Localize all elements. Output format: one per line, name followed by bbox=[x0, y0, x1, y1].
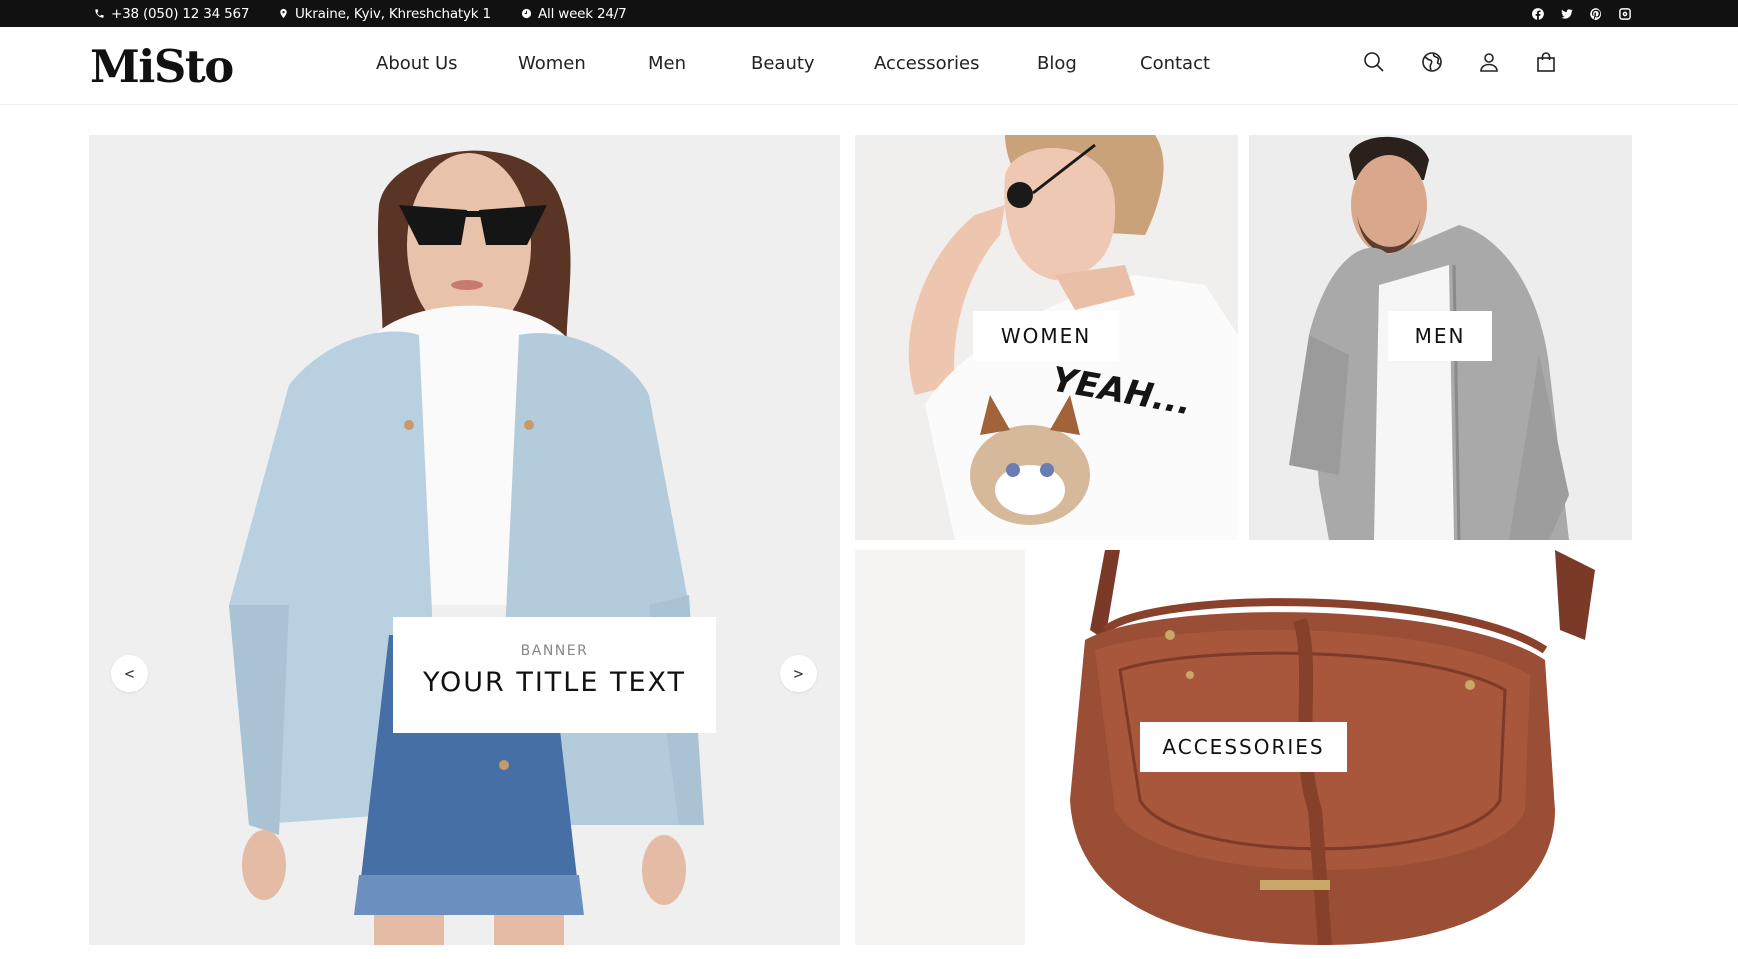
facebook-icon[interactable] bbox=[1530, 6, 1546, 22]
pinterest-icon[interactable] bbox=[1588, 6, 1604, 22]
phone-icon bbox=[95, 9, 104, 18]
banner-caption-card: BANNER YOUR TITLE TEXT bbox=[393, 617, 716, 733]
men-label[interactable]: MEN bbox=[1388, 311, 1492, 361]
social-links bbox=[1530, 0, 1633, 27]
header-actions bbox=[0, 27, 1738, 105]
phone-info[interactable]: +38 (050) 12 34 567 bbox=[94, 0, 249, 27]
hero-model-image bbox=[89, 135, 840, 945]
site-header: MiSto About Us Women Men Beauty Accessor… bbox=[0, 27, 1738, 105]
phone-text: +38 (050) 12 34 567 bbox=[111, 5, 250, 22]
slider-prev-button[interactable]: < bbox=[111, 655, 148, 692]
slider-next-button[interactable]: > bbox=[780, 655, 817, 692]
hours-info: All week 24/7 bbox=[521, 0, 627, 27]
address-info: Ukraine, Kyiv, Khreshchatyk 1 bbox=[278, 0, 491, 27]
category-tile-men[interactable]: MEN bbox=[1249, 135, 1632, 540]
accessories-label[interactable]: ACCESSORIES bbox=[1140, 722, 1347, 772]
hours-text: All week 24/7 bbox=[538, 5, 627, 22]
top-info-bar: +38 (050) 12 34 567 Ukraine, Kyiv, Khres… bbox=[0, 0, 1738, 27]
twitter-icon[interactable] bbox=[1559, 6, 1575, 22]
instagram-icon[interactable] bbox=[1617, 6, 1633, 22]
user-icon[interactable] bbox=[1476, 49, 1502, 75]
globe-icon[interactable] bbox=[1419, 49, 1445, 75]
address-text: Ukraine, Kyiv, Khreshchatyk 1 bbox=[295, 5, 491, 22]
category-tile-accessories[interactable]: ACCESSORIES bbox=[855, 550, 1632, 945]
women-label[interactable]: WOMEN bbox=[973, 311, 1119, 361]
clock-icon bbox=[521, 8, 532, 19]
hero-banner[interactable]: < > BANNER YOUR TITLE TEXT bbox=[89, 135, 840, 945]
banner-eyebrow: BANNER bbox=[520, 643, 589, 659]
category-tile-women[interactable]: YEAH... WOMEN bbox=[855, 135, 1238, 540]
banner-title: YOUR TITLE TEXT bbox=[422, 667, 687, 698]
location-pin-icon bbox=[280, 8, 287, 19]
cart-icon[interactable] bbox=[1533, 49, 1559, 75]
search-icon[interactable] bbox=[1361, 49, 1387, 75]
